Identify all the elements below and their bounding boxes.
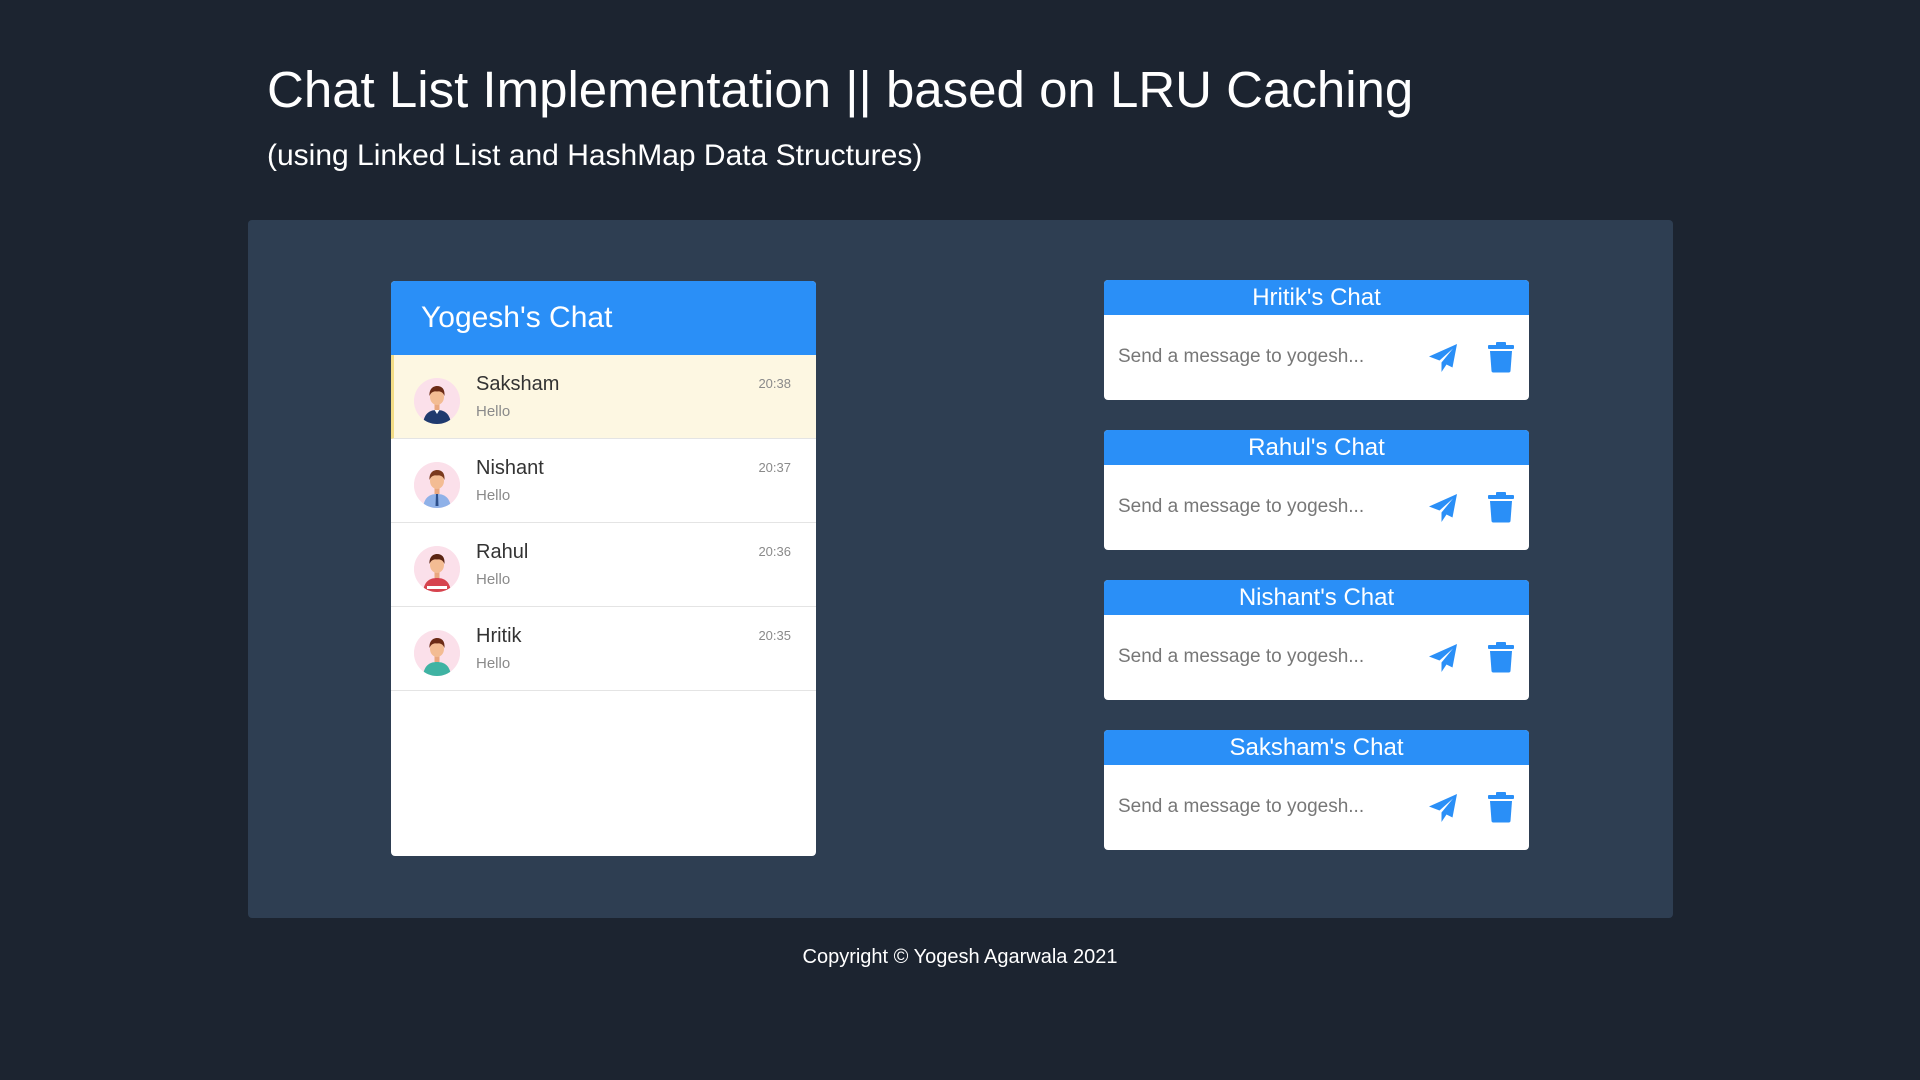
message-input[interactable] xyxy=(1112,637,1414,677)
chat-box-rahul: Rahul's Chat xyxy=(1104,430,1529,550)
boy-avatar-icon xyxy=(414,630,460,676)
paper-plane-icon[interactable] xyxy=(1427,792,1459,824)
avatar xyxy=(414,462,460,508)
boy-avatar-icon xyxy=(414,546,460,592)
chat-last-message: Hello xyxy=(476,655,511,672)
chat-box-body xyxy=(1104,465,1529,550)
chat-box-body xyxy=(1104,315,1529,400)
chat-name: Hritik xyxy=(476,625,522,647)
chat-row-rahul[interactable]: Rahul Hello 20:36 xyxy=(391,523,816,607)
paper-plane-icon[interactable] xyxy=(1427,642,1459,674)
chat-time: 20:35 xyxy=(758,628,791,643)
trash-icon[interactable] xyxy=(1487,491,1515,523)
chat-box-saksham: Saksham's Chat xyxy=(1104,730,1529,850)
main-panel: Yogesh's Chat Saksham Hello 20:38 Nishan… xyxy=(248,220,1673,918)
chat-last-message: Hello xyxy=(476,571,511,588)
chat-time: 20:37 xyxy=(758,460,791,475)
page: Chat List Implementation || based on LRU… xyxy=(0,0,1920,1080)
avatar xyxy=(414,630,460,676)
chat-name: Nishant xyxy=(476,457,544,479)
avatar xyxy=(414,546,460,592)
chat-box-title: Hritik's Chat xyxy=(1104,280,1529,315)
chat-list-title: Yogesh's Chat xyxy=(421,301,613,334)
paper-plane-icon[interactable] xyxy=(1427,492,1459,524)
trash-icon[interactable] xyxy=(1487,341,1515,373)
chat-list-header: Yogesh's Chat xyxy=(391,281,816,355)
avatar xyxy=(414,378,460,424)
chat-name: Rahul xyxy=(476,541,529,563)
chat-box-title: Rahul's Chat xyxy=(1104,430,1529,465)
chat-box-body xyxy=(1104,615,1529,700)
trash-icon[interactable] xyxy=(1487,791,1515,823)
chat-box-nishant: Nishant's Chat xyxy=(1104,580,1529,700)
boy-avatar-icon xyxy=(414,462,460,508)
chat-last-message: Hello xyxy=(476,487,511,504)
paper-plane-icon[interactable] xyxy=(1427,342,1459,374)
footer-copyright: Copyright © Yogesh Agarwala 2021 xyxy=(802,946,1118,968)
message-input[interactable] xyxy=(1112,787,1414,827)
message-input[interactable] xyxy=(1112,487,1414,527)
chat-list: Yogesh's Chat Saksham Hello 20:38 Nishan… xyxy=(391,281,816,856)
chat-time: 20:38 xyxy=(758,376,791,391)
chat-last-message: Hello xyxy=(476,403,511,420)
chat-box-body xyxy=(1104,765,1529,850)
chat-box-title: Nishant's Chat xyxy=(1104,580,1529,615)
trash-icon[interactable] xyxy=(1487,641,1515,673)
page-title: Chat List Implementation || based on LRU… xyxy=(267,61,1414,118)
chat-row-nishant[interactable]: Nishant Hello 20:37 xyxy=(391,439,816,523)
chat-time: 20:36 xyxy=(758,544,791,559)
message-input[interactable] xyxy=(1112,337,1414,377)
page-subtitle: (using Linked List and HashMap Data Stru… xyxy=(267,139,923,172)
chat-box-title: Saksham's Chat xyxy=(1104,730,1529,765)
boy-avatar-icon xyxy=(414,378,460,424)
chat-row-saksham[interactable]: Saksham Hello 20:38 xyxy=(391,355,816,439)
chat-name: Saksham xyxy=(476,373,560,395)
chat-box-hritik: Hritik's Chat xyxy=(1104,280,1529,400)
chat-row-hritik[interactable]: Hritik Hello 20:35 xyxy=(391,607,816,691)
